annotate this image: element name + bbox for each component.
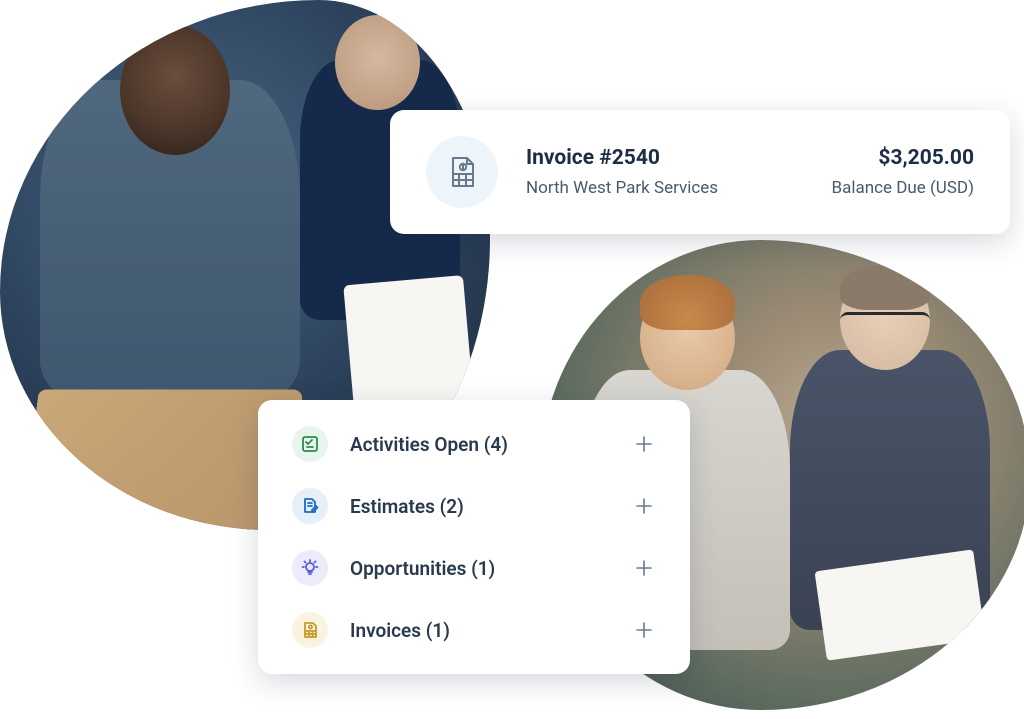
section-row-activities[interactable]: Activities Open (4) (292, 426, 656, 462)
invoice-balance-label: Balance Due (USD) (831, 178, 974, 198)
checklist-icon (292, 426, 328, 462)
invoice-amount: $3,205.00 (831, 146, 974, 170)
section-label: Opportunities (1) (350, 557, 610, 580)
section-label: Activities Open (4) (350, 433, 610, 456)
invoice-title: Invoice #2540 (526, 146, 718, 170)
invoice-icon (292, 612, 328, 648)
lightbulb-icon (292, 550, 328, 586)
add-opportunity-button[interactable] (632, 556, 656, 580)
record-sections-panel: Activities Open (4) Estimates (2) Opport… (258, 400, 690, 674)
invoice-icon (426, 136, 498, 208)
add-activity-button[interactable] (632, 432, 656, 456)
section-row-estimates[interactable]: Estimates (2) (292, 488, 656, 524)
section-row-opportunities[interactable]: Opportunities (1) (292, 550, 656, 586)
invoice-customer: North West Park Services (526, 178, 718, 198)
add-estimate-button[interactable] (632, 494, 656, 518)
invoice-summary-card[interactable]: Invoice #2540 North West Park Services $… (390, 110, 1010, 234)
add-invoice-button[interactable] (632, 618, 656, 642)
section-label: Estimates (2) (350, 495, 610, 518)
section-label: Invoices (1) (350, 619, 610, 642)
document-edit-icon (292, 488, 328, 524)
section-row-invoices[interactable]: Invoices (1) (292, 612, 656, 648)
